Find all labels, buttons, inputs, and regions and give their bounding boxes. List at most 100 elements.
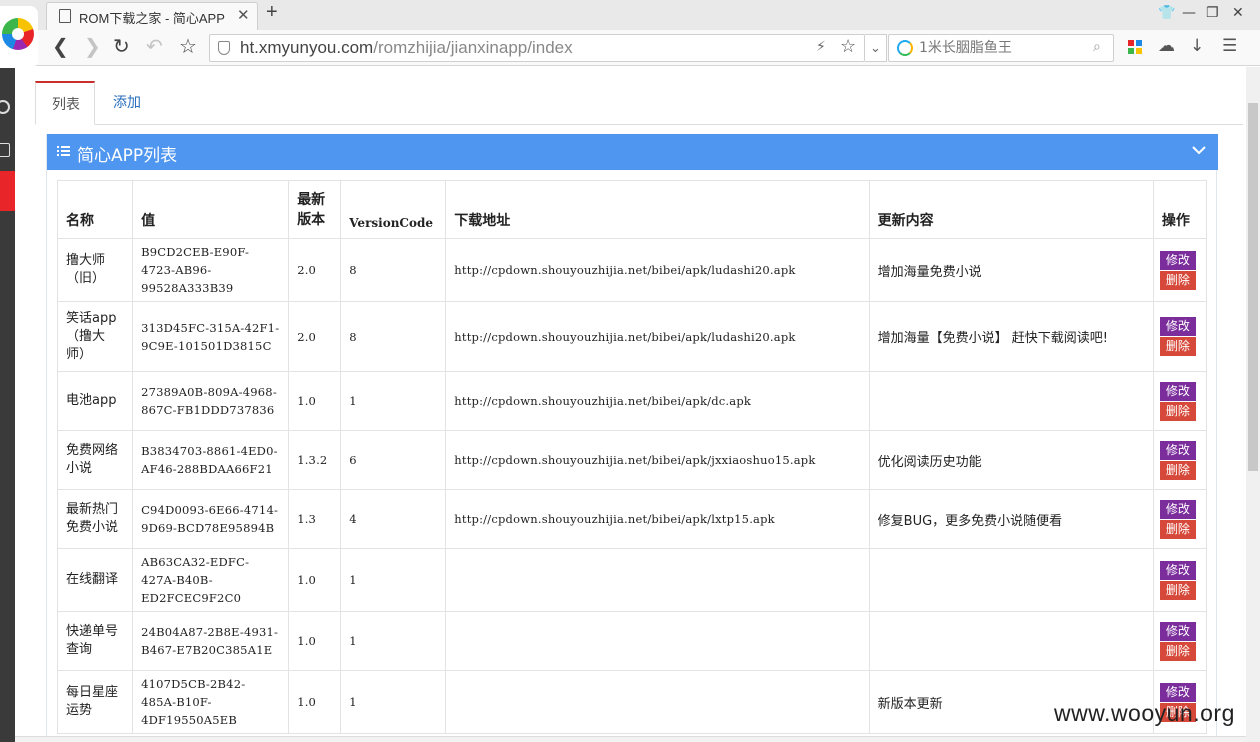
delete-button[interactable]: 删除 xyxy=(1159,519,1196,539)
search-engine-icon[interactable] xyxy=(897,40,913,56)
app-name: 每日星座运势 xyxy=(56,670,134,734)
app-versioncode: 8 xyxy=(340,238,447,302)
table-row: 最新热门免费小说 C94D0093-6E66-4714-9D69-BCD78E9… xyxy=(56,489,1208,549)
app-update-notes: 优化阅读历史功能 xyxy=(868,430,1154,490)
app-download-url xyxy=(445,611,870,671)
app-versioncode: 1 xyxy=(340,611,447,671)
address-url[interactable]: ht.xmyunyou.com/romzhijia/jianxinapp/ind… xyxy=(240,38,573,58)
app-name: 最新热门免费小说 xyxy=(56,489,134,549)
sidebar-circle-icon[interactable] xyxy=(0,100,10,114)
app-download-url: http://cpdown.shouyouzhijia.net/bibei/ap… xyxy=(445,301,870,372)
app-value: C94D0093-6E66-4714-9D69-BCD78E95894B xyxy=(132,489,290,549)
table-row: 撸大师（旧） B9CD2CEB-E90F-4723-AB96-99528A333… xyxy=(56,238,1208,302)
app-version: 2.0 xyxy=(288,301,342,372)
app-value: 4107D5CB-2B42-485A-B10F-4DF19550A5EB xyxy=(132,670,290,734)
url-host: ht.xmyunyou.com xyxy=(240,38,374,57)
cloud-icon[interactable]: ☁ xyxy=(1158,36,1175,56)
app-update-notes xyxy=(868,611,1154,671)
edit-button[interactable]: 修改 xyxy=(1159,499,1196,519)
browser-logo[interactable] xyxy=(0,6,38,68)
favorites-icon[interactable]: ☆ xyxy=(179,34,197,58)
col-version-label: 最新版本 xyxy=(297,192,326,228)
edit-button[interactable]: 修改 xyxy=(1159,381,1196,401)
sidebar-home-icon[interactable] xyxy=(0,171,15,211)
delete-button[interactable]: 删除 xyxy=(1159,580,1196,600)
app-name: 快递单号查询 xyxy=(56,611,134,671)
app-update-notes: 修复BUG，更多免费小说随便看 xyxy=(868,489,1154,549)
app-version: 1.3.2 xyxy=(288,430,342,490)
vertical-scrollbar[interactable] xyxy=(1246,67,1260,742)
app-download-url: http://cpdown.shouyouzhijia.net/bibei/ap… xyxy=(445,489,870,549)
menu-icon[interactable]: ☰ xyxy=(1222,36,1237,56)
edit-button[interactable]: 修改 xyxy=(1159,560,1196,580)
app-name: 笑话app（撸大师） xyxy=(56,301,134,372)
edit-button[interactable]: 修改 xyxy=(1159,682,1196,702)
tab-list[interactable]: 列表 xyxy=(35,81,95,125)
forward-icon[interactable]: ❯ xyxy=(84,34,101,58)
app-name: 撸大师（旧） xyxy=(56,238,134,302)
app-update-notes: 增加海量【免费小说】 赶快下载阅读吧! xyxy=(868,301,1154,372)
row-actions: 修改 删除 xyxy=(1152,489,1208,549)
apps-grid-icon[interactable] xyxy=(1128,40,1142,54)
app-versioncode: 1 xyxy=(340,548,447,612)
collapse-chevron-icon[interactable] xyxy=(1191,142,1207,158)
edit-button[interactable]: 修改 xyxy=(1159,317,1196,336)
app-version: 1.3 xyxy=(288,489,342,549)
watermark: www.wooyun.org xyxy=(1054,700,1235,726)
app-version: 1.0 xyxy=(288,611,342,671)
app-table: 名称 值 最新版本 VersionCode 下载地址 更新内容 操作 撸大师（旧… xyxy=(56,180,1208,734)
table-row: 每日星座运势 4107D5CB-2B42-485A-B10F-4DF19550A… xyxy=(56,670,1208,734)
delete-button[interactable]: 删除 xyxy=(1159,460,1196,480)
close-window-icon[interactable]: ✕ xyxy=(1232,5,1244,21)
browser-tab[interactable]: ROM下载之家 - 简心APP ✕ xyxy=(46,2,258,30)
edit-button[interactable]: 修改 xyxy=(1159,621,1196,641)
panel-title: 简心APP列表 xyxy=(77,146,178,166)
address-bar[interactable]: ht.xmyunyou.com/romzhijia/jianxinapp/ind… xyxy=(209,34,865,62)
search-input[interactable] xyxy=(919,38,1089,58)
search-box[interactable]: ⌕ xyxy=(888,34,1114,62)
maximize-icon[interactable]: ❐ xyxy=(1206,5,1219,21)
app-list-panel: 简心APP列表 名称 值 最新版本 VersionCode 下载地址 更新内容 … xyxy=(46,134,1218,742)
download-icon[interactable]: ↓ xyxy=(1190,36,1204,56)
app-value: 313D45FC-315A-42F1-9C9E-101501D3815C xyxy=(132,301,290,372)
app-download-url: http://cpdown.shouyouzhijia.net/bibei/ap… xyxy=(445,238,870,302)
reload-icon[interactable]: ↻ xyxy=(113,34,130,58)
minimize-icon[interactable]: — xyxy=(1182,5,1196,21)
close-tab-icon[interactable]: ✕ xyxy=(237,6,250,24)
row-actions: 修改 删除 xyxy=(1152,548,1208,612)
app-update-notes xyxy=(868,548,1154,612)
search-icon[interactable]: ⌕ xyxy=(1093,39,1101,55)
app-name: 电池app xyxy=(56,371,134,431)
delete-button[interactable]: 删除 xyxy=(1159,401,1196,421)
scrollbar-thumb[interactable] xyxy=(1248,103,1258,471)
app-value: AB63CA32-EDFC-427A-B40B-ED2FCEC9F2C0 xyxy=(132,548,290,612)
app-download-url xyxy=(445,548,870,612)
address-dropdown-icon[interactable]: ⌄ xyxy=(865,34,887,62)
app-version: 2.0 xyxy=(288,238,342,302)
edit-button[interactable]: 修改 xyxy=(1159,440,1196,460)
row-actions: 修改 删除 xyxy=(1152,611,1208,671)
browser-tabstrip: ROM下载之家 - 简心APP ✕ + 👕 — ❐ ✕ xyxy=(0,0,1260,30)
new-tab-button[interactable]: + xyxy=(266,1,278,24)
app-version: 1.0 xyxy=(288,670,342,734)
app-versioncode: 8 xyxy=(340,301,447,372)
edit-button[interactable]: 修改 xyxy=(1159,250,1196,270)
row-actions: 修改 删除 xyxy=(1152,301,1208,372)
app-download-url: http://cpdown.shouyouzhijia.net/bibei/ap… xyxy=(445,430,870,490)
bookmark-star-icon[interactable]: ☆ xyxy=(840,36,856,57)
back-icon[interactable]: ❮ xyxy=(52,34,69,58)
lightning-icon[interactable]: ⚡ xyxy=(816,39,826,55)
sidebar-user-icon[interactable] xyxy=(0,143,10,157)
undo-close-icon[interactable]: ↶ xyxy=(146,34,163,58)
delete-button[interactable]: 删除 xyxy=(1159,270,1196,290)
tab-add[interactable]: 添加 xyxy=(97,81,157,125)
skin-icon[interactable]: 👕 xyxy=(1158,5,1175,21)
col-actions: 操作 xyxy=(1152,180,1208,239)
col-download-url: 下载地址 xyxy=(445,180,870,239)
delete-button[interactable]: 删除 xyxy=(1159,337,1196,356)
list-icon xyxy=(57,146,70,158)
row-actions: 修改 删除 xyxy=(1152,371,1208,431)
table-row: 电池app 27389A0B-809A-4968-867C-FB1DDD7378… xyxy=(56,371,1208,431)
url-path: /romzhijia/jianxinapp/index xyxy=(373,38,573,57)
delete-button[interactable]: 删除 xyxy=(1159,641,1196,661)
